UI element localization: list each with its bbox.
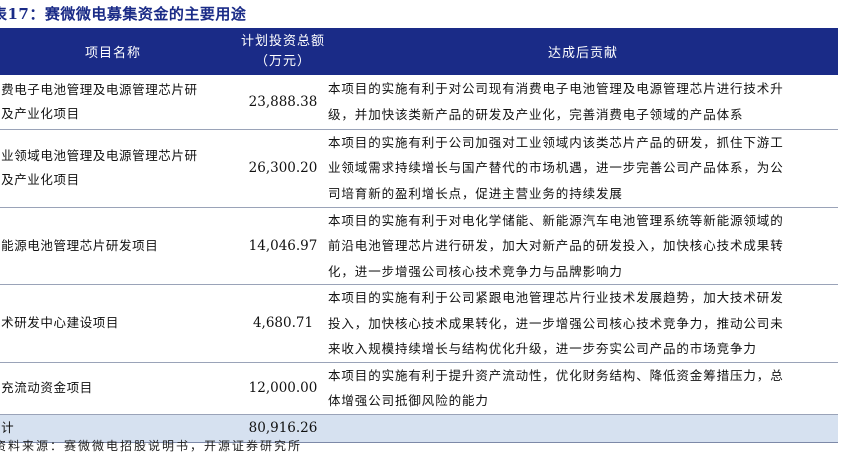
contribution-line: 业领域需求持续增长与国产替代的市场机遇，进一步完善公司产品体系，为公 xyxy=(328,160,784,176)
project-name-line: 发及产业化项目 xyxy=(0,105,80,121)
project-name-cell: 工业领域电池管理及电源管理芯片研 发及产业化项目 xyxy=(0,129,238,208)
project-name-cell: 新能源电池管理芯片研发项目 xyxy=(0,207,238,285)
contribution-line: 本项目的实施有利于对公司现有消费电子电池管理及电源管理芯片进行技术升 xyxy=(328,81,784,97)
table-title: 表17：赛微微电募集资金的主要用途 xyxy=(0,5,247,23)
contribution-line: 本项目的实施有利于公司紧跟电池管理芯片行业技术发展趋势，加大技术研发 xyxy=(328,290,784,305)
contribution-line: 来收入规模持续增长与结构优化升级，进一步夯实公司产品的市场竞争力 xyxy=(328,341,757,356)
contribution-cell: 本项目的实施有利于公司紧跟电池管理芯片行业技术发展趋势，加大技术研发 投入，加快… xyxy=(328,284,838,363)
total-empty-cell xyxy=(328,414,838,443)
amount-cell: 4,680.71 xyxy=(238,284,328,363)
contribution-line: 投入，加快核心技术成果转化，进一步增强公司核心技术竞争力，推动公司未 xyxy=(328,315,784,331)
table-row: 补充流动资金项目 12,000.00 本项目的实施有利于提升资产流动性，优化财务… xyxy=(0,362,838,415)
project-name-line: 技术研发中心建设项目 xyxy=(0,315,120,331)
header-amount-line1: 计划投资总额 xyxy=(240,33,325,49)
amount-cell: 26,300.20 xyxy=(238,129,328,208)
project-name-line: 发及产业化项目 xyxy=(0,172,80,187)
amount-cell: 14,046.97 xyxy=(238,207,328,285)
project-name-line: 补充流动资金项目 xyxy=(0,380,93,395)
amount-cell: 23,888.38 xyxy=(238,75,328,130)
table-row: 新能源电池管理芯片研发项目 14,046.97 本项目的实施有利于对电化学储能、… xyxy=(0,207,838,285)
project-name-cell: 补充流动资金项目 xyxy=(0,362,238,415)
contribution-line: 化，进一步增强公司核心技术竞争力与品牌影响力 xyxy=(328,263,623,279)
contribution-line: 前沿电池管理芯片进行研发，加大对新产品的研发投入，加快核心技术成果转 xyxy=(328,238,784,253)
contribution-cell: 本项目的实施有利于公司加强对工业领域内该类芯片产品的研发，抓住下游工 业领域需求… xyxy=(328,129,838,208)
header-investment-amount: 计划投资总额 （万元） xyxy=(238,28,328,75)
project-name-line: 工业领域电池管理及电源管理芯片研 xyxy=(0,148,198,163)
contribution-cell: 本项目的实施有利于对电化学储能、新能源汽车电池管理系统等新能源领域的 前沿电池管… xyxy=(328,207,838,285)
table-row: 技术研发中心建设项目 4,680.71 本项目的实施有利于公司紧跟电池管理芯片行… xyxy=(0,284,838,363)
header-amount-line2: （万元） xyxy=(254,53,311,69)
header-project-name: 项目名称 xyxy=(0,28,238,75)
project-name-cell: 消费电子电池管理及电源管理芯片研 发及产业化项目 xyxy=(0,75,238,130)
contribution-cell: 本项目的实施有利于对公司现有消费电子电池管理及电源管理芯片进行技术升 级，并加快… xyxy=(328,75,838,130)
contribution-cell: 本项目的实施有利于提升资产流动性，优化财务结构、降低资金筹措压力，总 体增强公司… xyxy=(328,362,838,415)
amount-cell: 12,000.00 xyxy=(238,362,328,415)
table-header-row: 项目名称 计划投资总额 （万元） 达成后贡献 xyxy=(0,28,838,75)
contribution-line: 本项目的实施有利于公司加强对工业领域内该类芯片产品的研发，抓住下游工 xyxy=(328,134,784,150)
contribution-line: 体增强公司抵御风险的能力 xyxy=(328,393,489,408)
contribution-line: 本项目的实施有利于对电化学储能、新能源汽车电池管理系统等新能源领域的 xyxy=(328,212,784,228)
contribution-line: 级，并加快该类新产品的研发及产业化，完善消费电子领域的产品体系 xyxy=(328,106,744,122)
project-name-line: 消费电子电池管理及电源管理芯片研 xyxy=(0,81,198,97)
fundraising-use-table: 项目名称 计划投资总额 （万元） 达成后贡献 消费电子电池管理及电源管理芯片研 … xyxy=(0,28,838,443)
source-note: 资料来源：赛微微电招股说明书，开源证券研究所 xyxy=(0,439,303,453)
table-row: 消费电子电池管理及电源管理芯片研 发及产业化项目 23,888.38 本项目的实… xyxy=(0,75,838,130)
header-contribution: 达成后贡献 xyxy=(328,28,838,75)
contribution-line: 司培育新的盈利增长点，促进主营业务的持续发展 xyxy=(328,185,623,201)
contribution-line: 本项目的实施有利于提升资产流动性，优化财务结构、降低资金筹措压力，总 xyxy=(328,367,784,383)
project-name-cell: 技术研发中心建设项目 xyxy=(0,284,238,363)
table-row: 工业领域电池管理及电源管理芯片研 发及产业化项目 26,300.20 本项目的实… xyxy=(0,129,838,208)
project-name-line: 新能源电池管理芯片研发项目 xyxy=(0,237,159,253)
